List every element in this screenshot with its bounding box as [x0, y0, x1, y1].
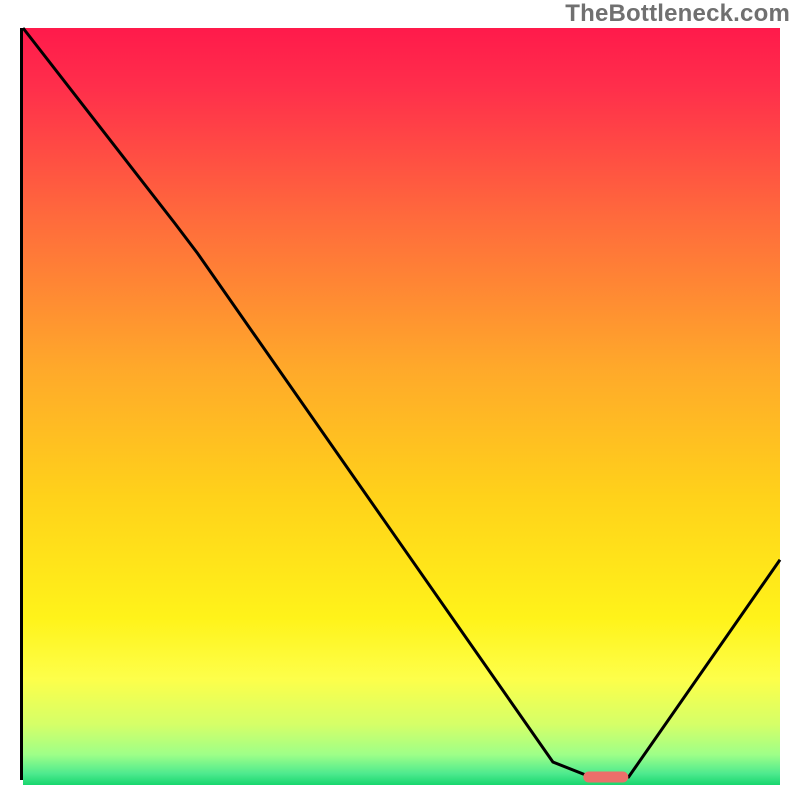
bottleneck-curve [23, 28, 780, 777]
plot-area [20, 28, 780, 780]
chart-container: TheBottleneck.com [0, 0, 800, 800]
optimal-range-marker [583, 772, 628, 783]
watermark-text: TheBottleneck.com [565, 0, 790, 28]
